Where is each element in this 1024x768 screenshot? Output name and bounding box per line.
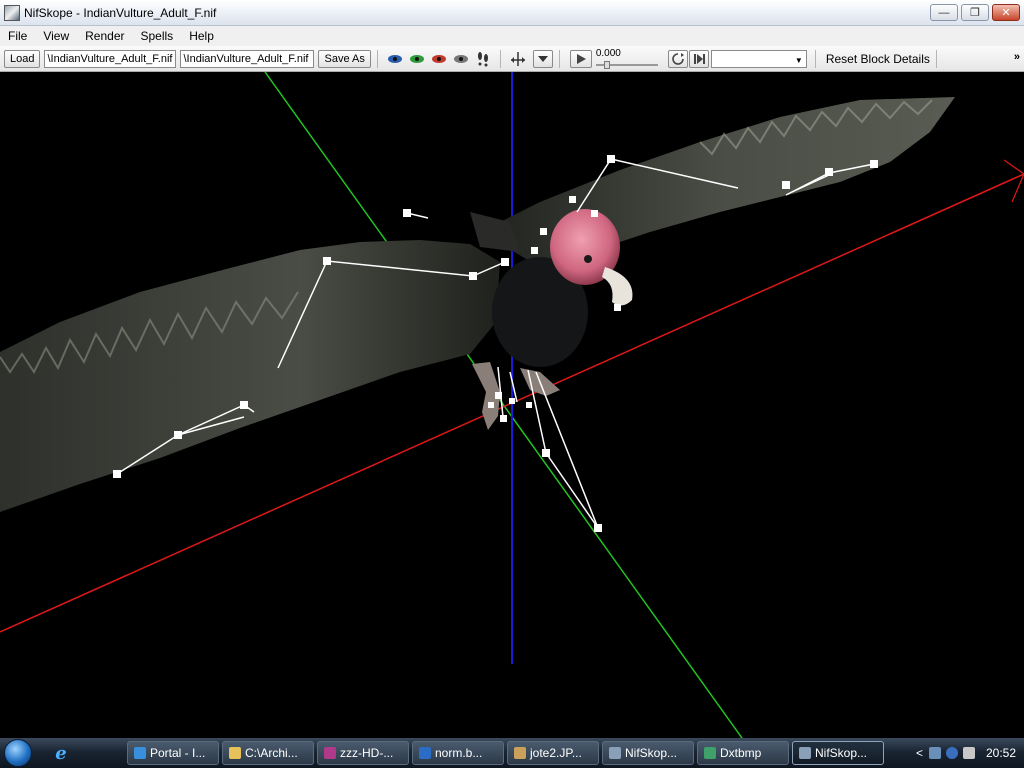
start-button[interactable] xyxy=(0,738,36,768)
axis-toggle-icon[interactable] xyxy=(510,51,526,67)
chevron-down-icon: ▼ xyxy=(794,55,803,65)
scene-svg xyxy=(0,72,1024,738)
menu-spells[interactable]: Spells xyxy=(133,29,182,43)
info-icon[interactable] xyxy=(945,747,958,759)
play-button[interactable] xyxy=(569,49,592,68)
load-button[interactable]: Load xyxy=(4,49,41,68)
tray-expand-button[interactable]: < xyxy=(916,746,923,760)
task-label: Dxtbmp xyxy=(720,746,762,760)
x-axis-arrow xyxy=(987,159,1024,203)
menu-file[interactable]: File xyxy=(0,29,35,43)
task-dxtbmp[interactable]: Dxtbmp xyxy=(697,741,789,765)
nifskope-app-icon[interactable] xyxy=(4,4,20,21)
task-label: norm.b... xyxy=(435,746,483,760)
toolbar-separator xyxy=(376,49,378,68)
vulture-eye xyxy=(584,255,592,263)
nifskope-icon xyxy=(609,747,621,759)
time-slider-thumb[interactable] xyxy=(603,60,610,69)
window-title: NifSkope - IndianVulture_Adult_F.nif xyxy=(24,5,217,20)
menu-view[interactable]: View xyxy=(35,29,77,43)
task-explorer[interactable]: C:\Archi... xyxy=(222,741,314,765)
save-as-button[interactable]: Save As xyxy=(318,49,371,68)
time-slider[interactable] xyxy=(595,60,658,69)
close-button[interactable]: ✕ xyxy=(992,4,1020,21)
folder-icon xyxy=(229,747,241,759)
task-label: C:\Archi... xyxy=(245,746,298,760)
reset-block-details-button[interactable]: Reset Block Details xyxy=(826,52,930,66)
network-icon[interactable] xyxy=(928,747,941,759)
windows-logo-icon xyxy=(4,739,32,767)
task-nifskope-2[interactable]: NifSkop... xyxy=(792,741,884,765)
task-archive[interactable]: zzz-HD-... xyxy=(317,741,409,765)
minimize-button[interactable]: — xyxy=(930,4,958,21)
task-label: jote2.JP... xyxy=(530,746,582,760)
animation-select[interactable]: ▼ xyxy=(710,49,807,68)
title-bar: NifSkope - IndianVulture_Adult_F.nif — ❐… xyxy=(0,0,1024,26)
task-nifskope-1[interactable]: NifSkop... xyxy=(602,741,694,765)
toolbar-separator xyxy=(935,49,937,68)
task-label: zzz-HD-... xyxy=(340,746,394,760)
task-image[interactable]: jote2.JP... xyxy=(507,741,599,765)
ie-quicklaunch-icon[interactable]: e xyxy=(50,742,72,764)
task-photoshop[interactable]: norm.b... xyxy=(412,741,504,765)
toolbar-separator xyxy=(558,49,560,68)
view-gray-eye-icon[interactable] xyxy=(453,51,469,67)
menu-help[interactable]: Help xyxy=(181,29,222,43)
time-control: 0.000 xyxy=(595,47,658,69)
time-value: 0.000 xyxy=(595,47,621,59)
archive-icon xyxy=(324,747,336,759)
render-viewport[interactable] xyxy=(0,72,1024,738)
task-label: NifSkop... xyxy=(625,746,678,760)
left-wing xyxy=(0,240,500,512)
view-green-eye-icon[interactable] xyxy=(409,51,425,67)
image-icon xyxy=(514,747,526,759)
dxtbmp-icon xyxy=(704,747,716,759)
nifskope-icon xyxy=(799,747,811,759)
ie-icon xyxy=(134,747,146,759)
maximize-button[interactable]: ❐ xyxy=(961,4,989,21)
save-path-field[interactable]: \IndianVulture_Adult_F.nif xyxy=(180,49,315,68)
switch-anim-button[interactable] xyxy=(688,49,709,68)
clock[interactable]: 20:52 xyxy=(986,746,1016,760)
view-red-eye-icon[interactable] xyxy=(431,51,447,67)
footprints-icon[interactable] xyxy=(475,51,491,67)
volume-icon[interactable] xyxy=(962,747,975,759)
toolbar-separator xyxy=(814,49,816,68)
toolbar-separator xyxy=(499,49,501,68)
menu-bar: File View Render Spells Help xyxy=(0,26,1024,46)
task-label: Portal - I... xyxy=(150,746,206,760)
menu-render[interactable]: Render xyxy=(77,29,132,43)
task-label: NifSkop... xyxy=(815,746,868,760)
window-controls: — ❐ ✕ xyxy=(930,4,1020,21)
loop-button[interactable] xyxy=(667,49,688,68)
system-tray: < 20:52 xyxy=(916,738,1024,768)
vulture-beak xyxy=(602,267,633,306)
windows-taskbar: e Portal - I... C:\Archi... zzz-HD-... n… xyxy=(0,738,1024,768)
toolbar-overflow-button[interactable]: » xyxy=(1014,51,1020,63)
task-portal[interactable]: Portal - I... xyxy=(127,741,219,765)
toolbar: Load \IndianVulture_Adult_F.nif \IndianV… xyxy=(0,46,1024,72)
view-blue-eye-icon[interactable] xyxy=(387,51,403,67)
view-dropdown-button[interactable] xyxy=(532,49,553,68)
load-path-field[interactable]: \IndianVulture_Adult_F.nif xyxy=(44,49,177,68)
photoshop-icon xyxy=(419,747,431,759)
